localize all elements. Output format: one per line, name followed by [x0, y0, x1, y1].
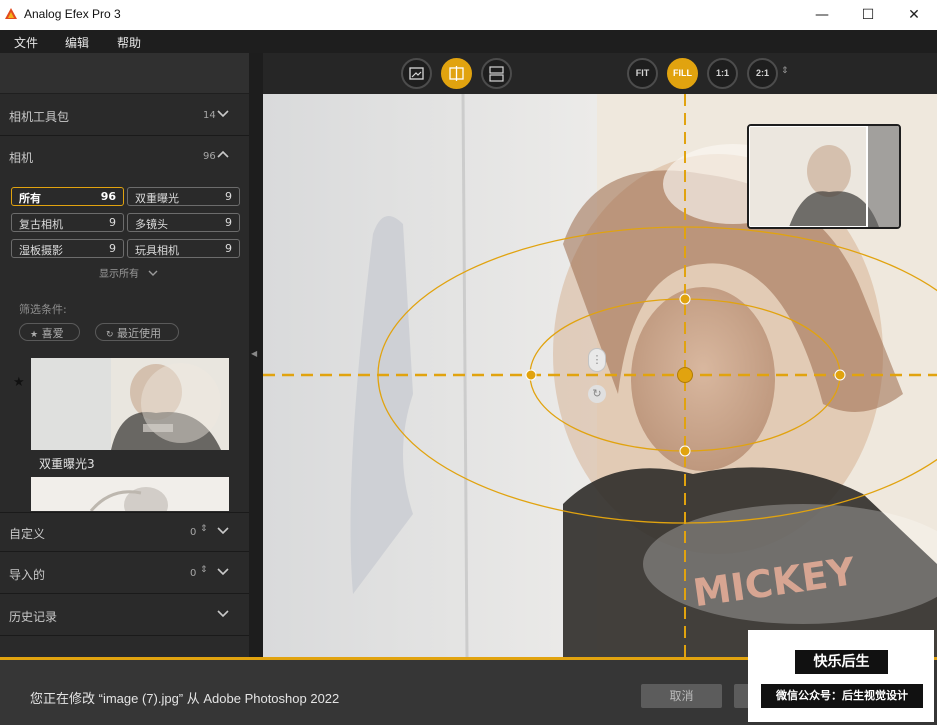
- split-view-button[interactable]: [441, 58, 472, 89]
- single-view-button[interactable]: [401, 58, 432, 89]
- show-all-link[interactable]: 显示所有: [99, 265, 158, 280]
- navigator-image: [749, 126, 899, 227]
- chevron-down-icon[interactable]: [215, 563, 231, 579]
- camera-filter-wet-plate[interactable]: 湿板摄影 9: [11, 239, 124, 258]
- camera-filter-double-exposure[interactable]: 双重曝光 9: [127, 187, 240, 206]
- preset-preview-image: [31, 358, 229, 450]
- preview-toolbar: FIT FILL 1:1 2:1 ⇕: [263, 53, 937, 94]
- zoom-stepper-icon[interactable]: ⇕: [781, 66, 789, 76]
- preset-name: 双重曝光3: [39, 457, 95, 471]
- menu-edit[interactable]: 编辑: [65, 34, 89, 51]
- chip-label: 湿板摄影: [19, 244, 63, 257]
- favorite-star-icon[interactable]: ★: [13, 375, 25, 390]
- section-label: 相机工具包: [9, 110, 70, 124]
- camera-filter-toy-camera[interactable]: 玩具相机 9: [127, 239, 240, 258]
- sidebar: 相机工具包 14 相机 96 所有 96 双重曝光 9 复古相机 9 多镜头 9…: [0, 53, 249, 657]
- chip-count: 9: [225, 216, 232, 229]
- menu-help[interactable]: 帮助: [117, 34, 141, 51]
- history-icon: ↻: [106, 330, 114, 340]
- navigator-thumbnail[interactable]: [747, 124, 901, 229]
- section-count: 14: [203, 110, 216, 121]
- window-title: Analog Efex Pro 3: [24, 7, 121, 21]
- camera-filter-multi-lens[interactable]: 多镜头 9: [127, 213, 240, 232]
- section-count: 0: [190, 527, 197, 538]
- zoom-fill-button[interactable]: FILL: [667, 58, 698, 89]
- chip-count: 9: [225, 242, 232, 255]
- section-imported[interactable]: 导入的 0 ⇕: [0, 554, 249, 594]
- zoom-200-button[interactable]: 2:1: [747, 58, 778, 89]
- camera-filter-all[interactable]: 所有 96: [11, 187, 124, 206]
- sidebar-header: [0, 53, 249, 94]
- chevron-down-icon[interactable]: [215, 105, 231, 121]
- close-button[interactable]: ✕: [891, 0, 937, 30]
- chip-label: 所有: [19, 192, 41, 205]
- section-label: 相机: [9, 151, 34, 165]
- title-bar: Analog Efex Pro 3 — ☐ ✕: [0, 0, 937, 30]
- watermark-subtitle: 微信公众号：后生视觉设计: [761, 684, 923, 708]
- chip-count: 9: [225, 190, 232, 203]
- star-icon: ★: [30, 330, 39, 340]
- sort-icon[interactable]: ⇕: [200, 524, 208, 534]
- minimize-button[interactable]: —: [799, 0, 845, 30]
- chevron-down-icon[interactable]: [215, 522, 231, 538]
- section-label: 自定义: [9, 527, 46, 541]
- collapse-left-icon[interactable]: ◀: [251, 349, 257, 358]
- section-history[interactable]: 历史记录: [0, 596, 249, 636]
- sort-icon[interactable]: ⇕: [200, 565, 208, 575]
- recent-label: 最近使用: [117, 327, 162, 340]
- section-cameras[interactable]: 相机 96: [0, 137, 249, 177]
- section-label: 导入的: [9, 568, 46, 582]
- recent-filter-button[interactable]: ↻ 最近使用: [95, 323, 179, 341]
- section-camera-kits[interactable]: 相机工具包 14: [0, 96, 249, 136]
- chip-label: 多镜头: [135, 218, 168, 231]
- section-label: 历史记录: [9, 610, 58, 624]
- watermark-overlay: 快乐后生 微信公众号：后生视觉设计: [748, 630, 934, 722]
- show-all-label: 显示所有: [99, 269, 139, 280]
- chip-count: 96: [100, 190, 116, 203]
- app-logo-icon: [5, 8, 17, 19]
- maximize-button[interactable]: ☐: [845, 0, 891, 30]
- chip-label: 双重曝光: [135, 192, 179, 205]
- cancel-button[interactable]: 取消: [641, 684, 722, 708]
- split-handle-icon[interactable]: ⋮: [588, 348, 606, 372]
- side-by-side-view-button[interactable]: [481, 58, 512, 89]
- image-preview-canvas[interactable]: MICKEY ⋮ ↻: [263, 94, 937, 657]
- menu-file[interactable]: 文件: [14, 34, 38, 51]
- preset-thumbnail[interactable]: [31, 477, 229, 511]
- zoom-100-button[interactable]: 1:1: [707, 58, 738, 89]
- section-custom[interactable]: 自定义 0 ⇕: [0, 512, 249, 552]
- menu-bar: 文件 编辑 帮助: [0, 30, 937, 53]
- chip-count: 9: [109, 216, 116, 229]
- split-view-icon: [449, 66, 464, 81]
- chip-label: 复古相机: [19, 218, 63, 231]
- watermark-title: 快乐后生: [795, 650, 888, 674]
- sidebar-divider[interactable]: ◀: [249, 53, 263, 657]
- chevron-up-icon[interactable]: [215, 146, 231, 162]
- filter-label: 筛选条件:: [19, 303, 67, 316]
- favorites-label: 喜爱: [41, 327, 64, 340]
- section-count: 96: [203, 151, 216, 162]
- preset-preview-image: [31, 477, 229, 511]
- chevron-down-icon: [148, 270, 158, 276]
- rotate-split-icon[interactable]: ↻: [588, 385, 606, 403]
- section-count: 0: [190, 568, 197, 579]
- single-view-icon: [409, 67, 424, 80]
- chip-label: 玩具相机: [135, 244, 179, 257]
- zoom-fit-button[interactable]: FIT: [627, 58, 658, 89]
- side-by-side-icon: [489, 66, 504, 82]
- chip-count: 9: [109, 242, 116, 255]
- chevron-down-icon[interactable]: [215, 605, 231, 621]
- preset-thumbnail[interactable]: [31, 358, 229, 450]
- editing-status-text: 您正在修改 “image (7).jpg” 从 Adobe Photoshop …: [30, 691, 340, 706]
- favorites-filter-button[interactable]: ★ 喜爱: [19, 323, 80, 341]
- camera-filter-vintage[interactable]: 复古相机 9: [11, 213, 124, 232]
